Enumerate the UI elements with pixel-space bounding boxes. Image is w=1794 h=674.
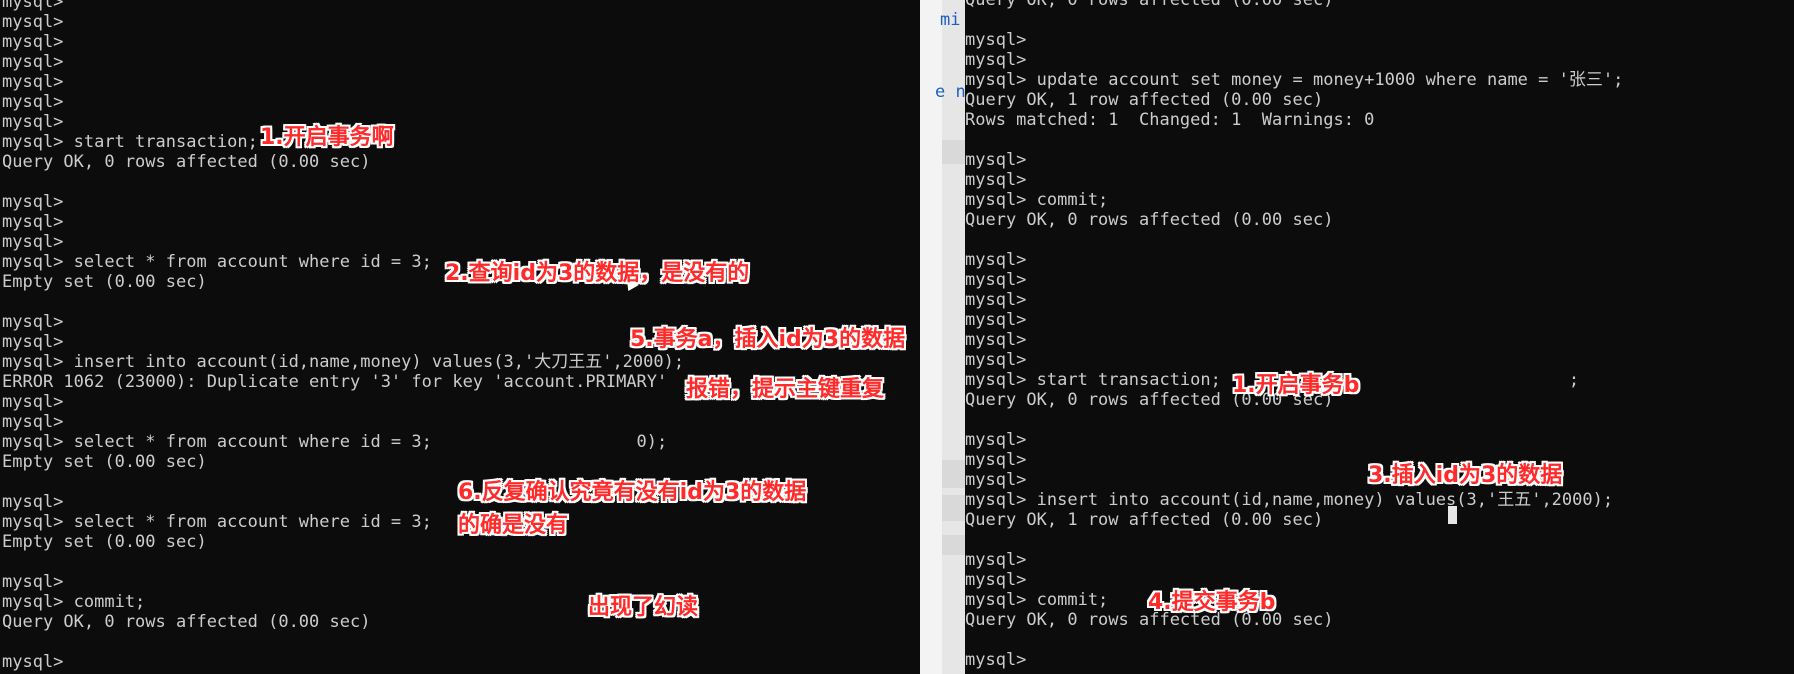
terminal-line: mysql> <box>2 72 64 92</box>
terminal-line: mysql> <box>2 112 64 132</box>
terminal-line: Query OK, 0 rows affected (0.00 sec) <box>2 152 371 172</box>
annotation-confirmed-none: 的确是没有 <box>458 513 569 538</box>
annotation-step-2: 2.查询id为3的数据，是没有的 <box>445 261 750 286</box>
annotation-step-4: 4.提交事务b <box>1148 590 1276 615</box>
terminal-line: mysql> <box>965 550 1027 570</box>
terminal-line: mysql> <box>965 570 1027 590</box>
annotation-step-3: 3.插入id为3的数据 <box>1368 463 1563 488</box>
terminal-line: Query OK, 0 rows affected (0.00 sec) <box>965 610 1334 630</box>
terminal-line: mysql> <box>2 412 64 432</box>
annotation-step-6: 6.反复确认究竟有没有id为3的数据 <box>458 480 807 505</box>
terminal-line: mysql> <box>2 32 64 52</box>
terminal-line: Query OK, 0 rows affected (0.00 sec) <box>965 390 1334 410</box>
terminal-line: mysql> <box>965 310 1027 330</box>
terminal-line: mysql> <box>965 430 1027 450</box>
terminal-line: mysql> commit; <box>965 190 1109 210</box>
editor-text-fragment: mi <box>940 10 961 30</box>
terminal-line: mysql> <box>2 232 64 252</box>
terminal-line: mysql> select * from account where id = … <box>2 432 668 452</box>
editor-text-fragment: e n <box>935 82 966 102</box>
terminal-line: mysql> <box>2 192 64 212</box>
terminal-line: mysql> start transaction; ; <box>965 370 1580 390</box>
annotation-duplicate-key: 报错，提示主键重复 <box>686 377 885 402</box>
terminal-line: Rows matched: 1 Changed: 1 Warnings: 0 <box>965 110 1375 130</box>
terminal-line: mysql> commit; <box>965 590 1109 610</box>
annotation-step-1a: 1.开启事务啊 <box>260 125 394 150</box>
terminal-line: mysql> <box>2 572 64 592</box>
terminal-line: mysql> start transaction; <box>2 132 258 152</box>
annotation-step-5: 5.事务a，插入id为3的数据 <box>630 327 906 352</box>
terminal-line: Query OK, 1 row affected (0.00 sec) <box>965 90 1324 110</box>
terminal-line: mysql> insert into account(id,name,money… <box>965 490 1614 510</box>
terminal-line: mysql> commit; <box>2 592 146 612</box>
annotation-phantom-read: 出现了幻读 <box>588 595 699 620</box>
terminal-line: mysql> update account set money = money+… <box>965 70 1624 90</box>
terminal-line: mysql> <box>2 652 64 672</box>
terminal-line: Query OK, 0 rows affected (0.00 sec) <box>965 210 1334 230</box>
terminal-line: mysql> <box>965 270 1027 290</box>
terminal-line: mysql> <box>2 212 64 232</box>
terminal-line: mysql> <box>965 330 1027 350</box>
terminal-line: mysql> <box>965 30 1027 50</box>
terminal-line: mysql> <box>2 92 64 112</box>
annotation-step-1b: 1.开启事务b <box>1232 373 1360 398</box>
terminal-line: mysql> <box>965 150 1027 170</box>
terminal-line: mysql> <box>965 650 1027 670</box>
terminal-line: Query OK, 0 rows affected (0.00 sec) <box>965 0 1334 10</box>
terminal-line: mysql> insert into account(id,name,money… <box>2 352 685 372</box>
terminal-b-output: Query OK, 0 rows affected (0.00 sec) mysq… <box>965 0 1794 670</box>
terminal-line: mysql> <box>965 250 1027 270</box>
terminal-line: Empty set (0.00 sec) <box>2 452 207 472</box>
terminal-line: mysql> <box>965 50 1027 70</box>
terminal-line: mysql> <box>965 290 1027 310</box>
terminal-line: Query OK, 1 row affected (0.00 sec) <box>965 510 1324 530</box>
terminal-window-b[interactable]: Query OK, 0 rows affected (0.00 sec) mysq… <box>965 0 1794 674</box>
terminal-line: mysql> <box>965 350 1027 370</box>
terminal-line: mysql> <box>2 52 64 72</box>
terminal-line: mysql> <box>2 12 64 32</box>
terminal-line: Query OK, 0 rows affected (0.00 sec) <box>2 612 371 632</box>
text-cursor <box>1448 506 1457 524</box>
terminal-line: mysql> <box>2 0 64 12</box>
terminal-line: mysql> <box>965 170 1027 190</box>
